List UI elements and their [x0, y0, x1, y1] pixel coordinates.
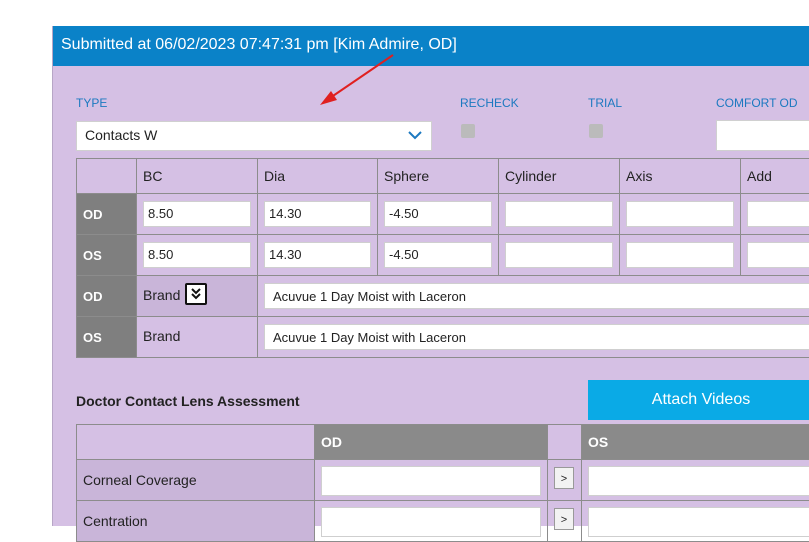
comfort-od-input[interactable]	[716, 120, 809, 151]
od-cylinder-input[interactable]	[505, 201, 613, 227]
brand-od-cell: Brand	[137, 276, 258, 317]
assess-header-blank	[77, 425, 315, 460]
assess-header-od: OD	[315, 425, 548, 460]
assessment-table: OD OS Corneal Coverage > Centration >	[76, 424, 809, 542]
os-brand-input[interactable]: Acuvue 1 Day Moist with Laceron	[264, 324, 809, 350]
os-bc-input[interactable]: 8.50	[143, 242, 251, 268]
brand-os-label: Brand	[143, 328, 180, 344]
os-cylinder-input[interactable]	[505, 242, 613, 268]
os-sphere-input[interactable]: -4.50	[384, 242, 492, 268]
centration-od-input[interactable]	[321, 507, 541, 537]
od-dia-input[interactable]: 14.30	[264, 201, 371, 227]
centration-os-input[interactable]	[588, 507, 809, 537]
brand-expand-button[interactable]	[185, 283, 207, 305]
rx-header-add: Add	[741, 159, 809, 194]
os-add-input[interactable]	[747, 242, 809, 268]
brand-os-cell: Brand	[137, 317, 258, 358]
rx-header-dia: Dia	[258, 159, 378, 194]
rx-row-os-label: OS	[77, 235, 137, 276]
os-dia-input[interactable]: 14.30	[264, 242, 371, 268]
trial-checkbox[interactable]	[589, 124, 603, 138]
trial-label: TRIAL	[588, 96, 622, 110]
corneal-coverage-od-input[interactable]	[321, 466, 541, 496]
type-select-value: Contacts W	[85, 127, 157, 143]
type-select[interactable]: Contacts W	[76, 121, 432, 151]
corneal-coverage-label: Corneal Coverage	[77, 460, 315, 501]
od-brand-input[interactable]: Acuvue 1 Day Moist with Laceron	[264, 283, 809, 309]
submission-title: Submitted at 06/02/2023 07:47:31 pm [Kim…	[61, 36, 457, 54]
rx-header-sphere: Sphere	[378, 159, 499, 194]
rx-table: BC Dia Sphere Cylinder Axis Add OD 8.50 …	[76, 158, 809, 358]
centration-label: Centration	[77, 501, 315, 542]
od-axis-input[interactable]	[626, 201, 734, 227]
attach-videos-button[interactable]: Attach Videos	[588, 380, 809, 420]
double-chevron-down-icon	[187, 285, 205, 303]
recheck-checkbox[interactable]	[461, 124, 475, 138]
brand-row-od-label: OD	[77, 276, 137, 317]
chevron-down-icon	[407, 128, 423, 142]
corneal-coverage-os-input[interactable]	[588, 466, 809, 496]
rx-header-axis: Axis	[620, 159, 741, 194]
rx-header-blank	[77, 159, 137, 194]
rx-header-bc: BC	[137, 159, 258, 194]
brand-od-label: Brand	[143, 287, 180, 303]
copy-od-to-os-button[interactable]: >	[554, 508, 574, 530]
type-label: TYPE	[76, 96, 107, 110]
od-bc-input[interactable]: 8.50	[143, 201, 251, 227]
assessment-title: Doctor Contact Lens Assessment	[76, 393, 300, 409]
comfort-od-label: COMFORT OD	[716, 96, 798, 110]
contact-lens-panel: Submitted at 06/02/2023 07:47:31 pm [Kim…	[52, 26, 809, 526]
assess-header-os: OS	[582, 425, 809, 460]
rx-header-cylinder: Cylinder	[499, 159, 620, 194]
brand-row-os-label: OS	[77, 317, 137, 358]
submission-header: Submitted at 06/02/2023 07:47:31 pm [Kim…	[53, 26, 809, 66]
copy-od-to-os-button[interactable]: >	[554, 467, 574, 489]
od-add-input[interactable]	[747, 201, 809, 227]
od-sphere-input[interactable]: -4.50	[384, 201, 492, 227]
rx-row-od-label: OD	[77, 194, 137, 235]
recheck-label: RECHECK	[460, 96, 519, 110]
os-axis-input[interactable]	[626, 242, 734, 268]
assess-header-gap	[548, 425, 582, 460]
